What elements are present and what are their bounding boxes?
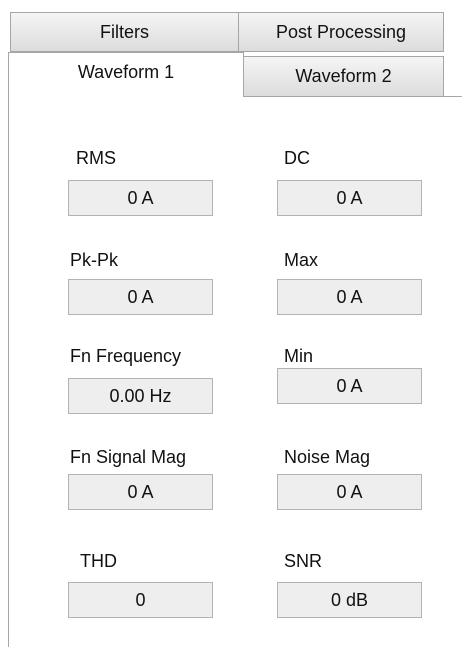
fn-frequency-value: 0.00 Hz xyxy=(68,378,213,414)
pk-pk-label: Pk-Pk xyxy=(70,250,119,270)
tab-waveform-2[interactable]: Waveform 2 xyxy=(243,56,444,97)
thd-label: THD xyxy=(80,551,117,571)
min-label: Min xyxy=(284,346,314,366)
tab-filters[interactable]: Filters xyxy=(10,12,239,52)
panel-border xyxy=(243,96,462,97)
dc-label: DC xyxy=(284,148,310,168)
rms-value: 0 A xyxy=(68,180,213,216)
fn-frequency-label: Fn Frequency xyxy=(70,346,182,366)
fn-signal-mag-value: 0 A xyxy=(68,474,213,510)
snr-label: SNR xyxy=(284,551,323,571)
min-value: 0 A xyxy=(277,368,422,404)
thd-value: 0 xyxy=(68,582,213,618)
max-value: 0 A xyxy=(277,279,422,315)
waveform-measurements-window: Filters Post Processing Waveform 2 Wavef… xyxy=(0,0,462,647)
noise-mag-value: 0 A xyxy=(277,474,422,510)
tab-post-processing[interactable]: Post Processing xyxy=(238,12,444,52)
rms-label: RMS xyxy=(76,148,116,168)
pk-pk-value: 0 A xyxy=(68,279,213,315)
fn-signal-mag-label: Fn Signal Mag xyxy=(70,447,187,467)
noise-mag-label: Noise Mag xyxy=(284,447,371,467)
snr-value: 0 dB xyxy=(277,582,422,618)
dc-value: 0 A xyxy=(277,180,422,216)
tab-waveform-1[interactable]: Waveform 1 xyxy=(8,52,244,97)
max-label: Max xyxy=(284,250,319,270)
